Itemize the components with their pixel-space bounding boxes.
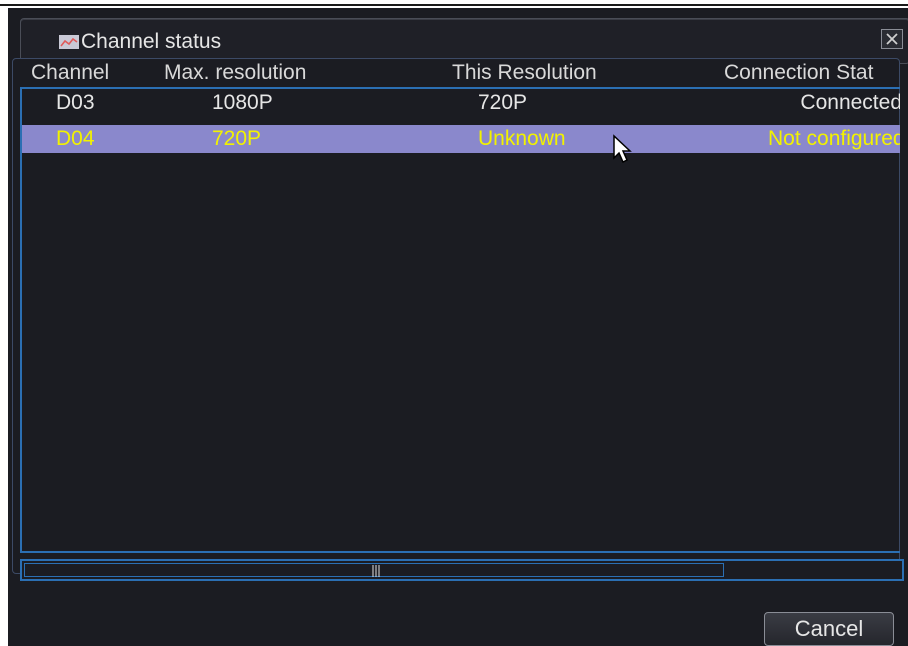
- close-icon: [886, 33, 898, 45]
- cell-max-resolution: 1080P: [212, 91, 273, 114]
- table-body: D03 1080P 720P Connected D04 720P Unknow…: [20, 87, 900, 553]
- cell-connection-status: Not configured: [768, 127, 900, 150]
- window-title: Channel status: [81, 30, 222, 53]
- scrollbar-thumb[interactable]: [24, 563, 724, 577]
- cell-this-resolution: Unknown: [478, 127, 566, 150]
- table-row-selected[interactable]: D04 720P Unknown Not configured: [22, 125, 900, 153]
- cell-channel: D04: [56, 127, 95, 150]
- horizontal-scrollbar[interactable]: [20, 559, 904, 581]
- cancel-button[interactable]: Cancel: [764, 612, 894, 646]
- top-border-line: [0, 4, 908, 6]
- grip-icon: [372, 565, 380, 577]
- column-header-channel[interactable]: Channel: [31, 59, 141, 87]
- chart-icon: [59, 35, 79, 49]
- cell-this-resolution: 720P: [478, 91, 528, 114]
- cell-max-resolution: 720P: [212, 127, 262, 150]
- cell-channel: D03: [56, 91, 95, 114]
- column-header-this-resolution[interactable]: This Resolution: [452, 59, 652, 87]
- close-button[interactable]: [881, 29, 903, 49]
- table-header: Channel Max. resolution This Resolution …: [20, 59, 900, 87]
- column-header-max-resolution[interactable]: Max. resolution: [164, 59, 364, 87]
- cell-connection-status: Connected: [800, 91, 900, 114]
- table-row[interactable]: D03 1080P 720P Connected: [22, 89, 900, 117]
- column-header-connection-status[interactable]: Connection Stat: [724, 59, 900, 87]
